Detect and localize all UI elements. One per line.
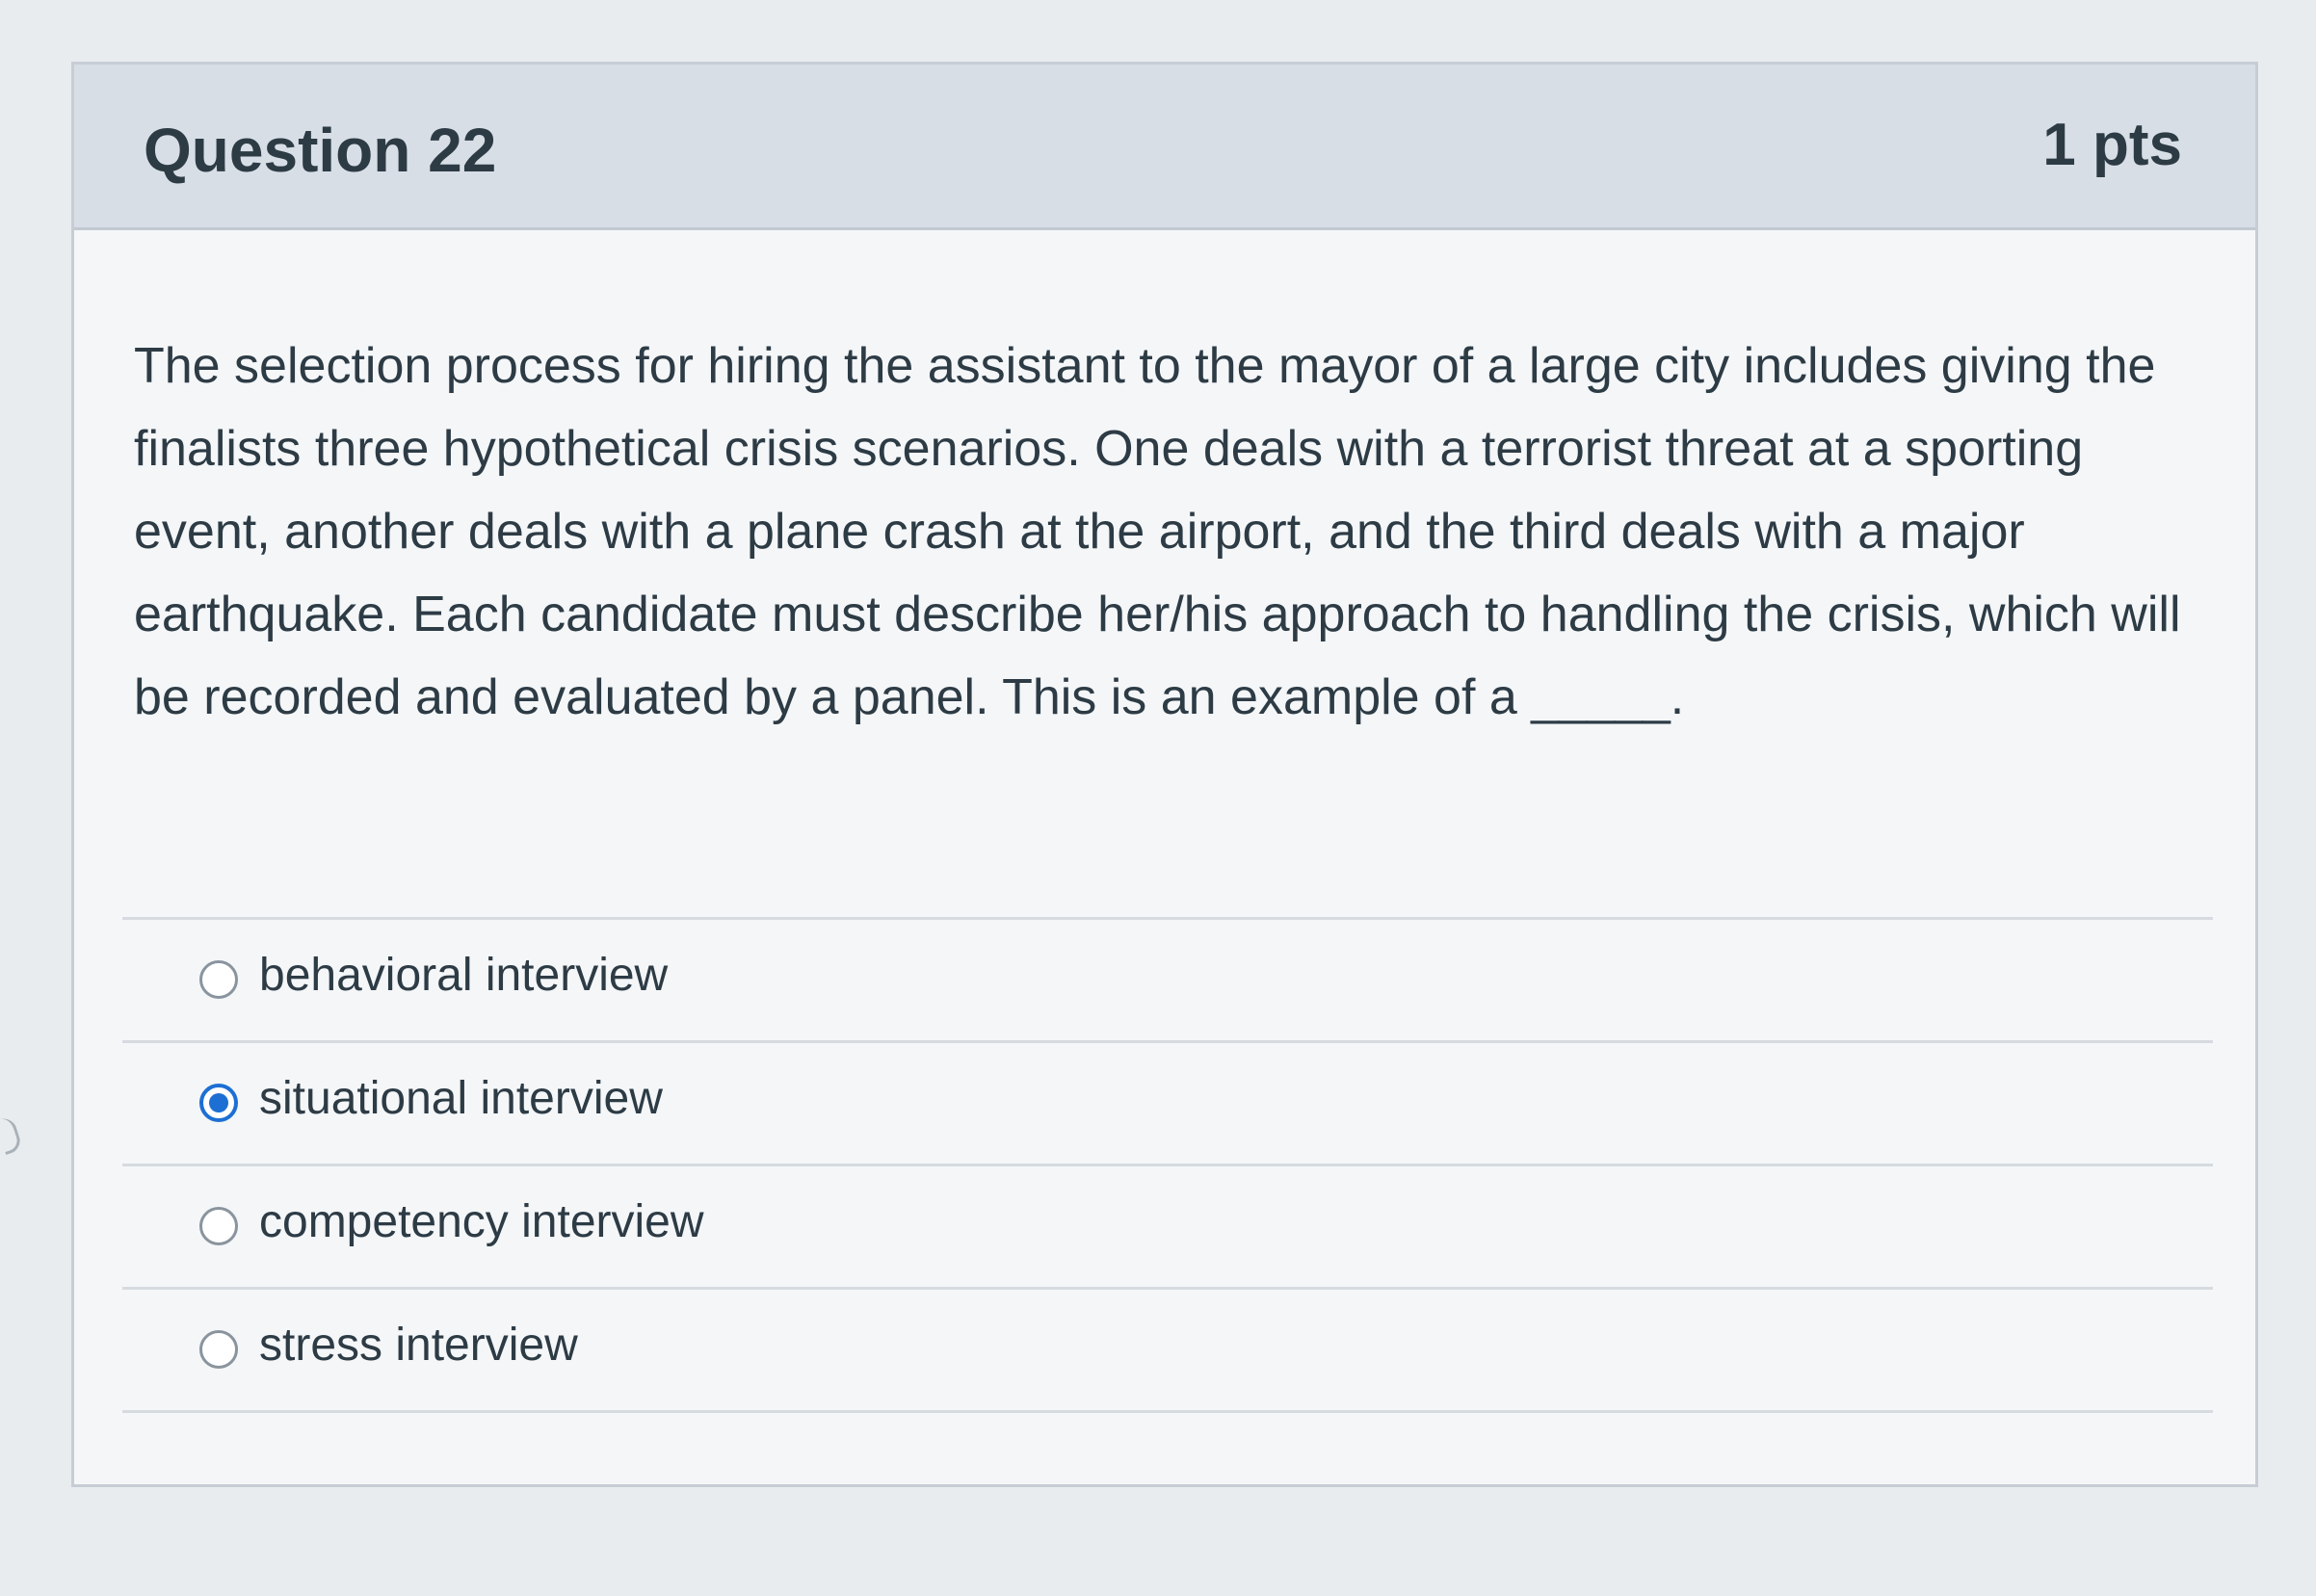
radio-button-icon[interactable]: [199, 1330, 238, 1369]
question-header: Question 22 1 pts: [74, 65, 2255, 230]
question-title: Question 22: [144, 116, 497, 185]
answer-label[interactable]: situational interview: [259, 1072, 663, 1125]
question-points: 1 pts: [2042, 112, 2182, 178]
answer-label[interactable]: stress interview: [259, 1319, 578, 1372]
question-text: The selection process for hiring the ass…: [134, 338, 2181, 725]
answer-label[interactable]: competency interview: [259, 1195, 704, 1248]
cursor-edge-icon: [0, 1114, 24, 1156]
radio-button-icon[interactable]: [199, 1207, 238, 1245]
question-card: Question 22 1 pts The selection process …: [71, 62, 2258, 1487]
radio-button-icon[interactable]: [199, 960, 238, 999]
answer-option-situational-interview[interactable]: situational interview: [122, 1043, 2213, 1166]
answer-list: behavioral interview situational intervi…: [122, 917, 2213, 1413]
answer-label[interactable]: behavioral interview: [259, 949, 668, 1002]
answer-option-stress-interview[interactable]: stress interview: [122, 1290, 2213, 1413]
radio-button-selected-icon[interactable]: [199, 1084, 238, 1122]
answer-option-competency-interview[interactable]: competency interview: [122, 1166, 2213, 1290]
answer-option-behavioral-interview[interactable]: behavioral interview: [122, 920, 2213, 1043]
